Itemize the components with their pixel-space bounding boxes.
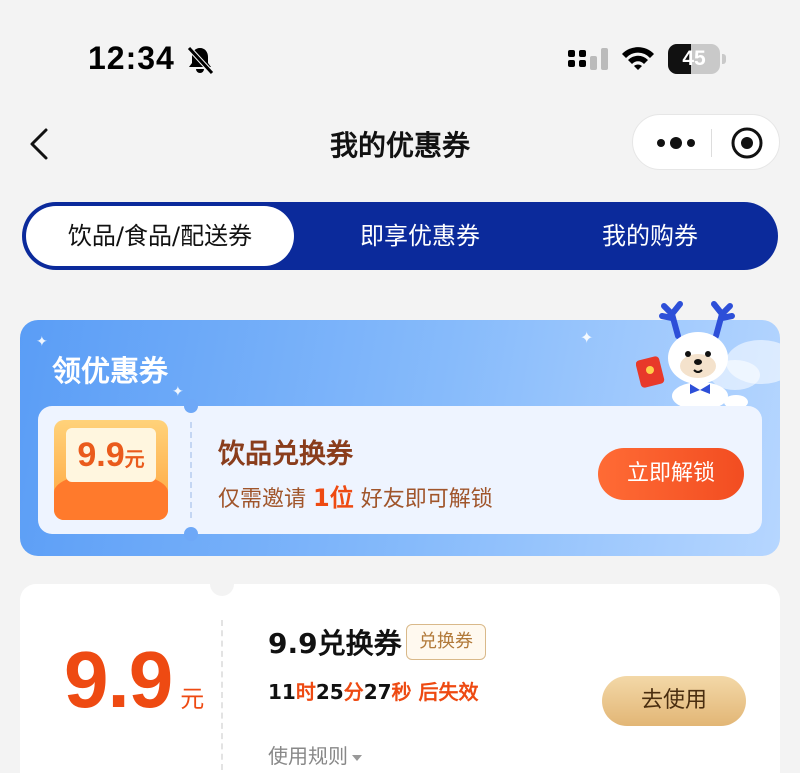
more-dots-icon[interactable] [651, 127, 705, 159]
voucher-unit: 元 [124, 447, 145, 471]
ticket-notch [210, 572, 234, 596]
status-bar: 12:34 45 [0, 0, 800, 110]
promo-coupon-name: 饮品兑换券 [218, 439, 353, 470]
sparkle-icon: ✦ [36, 334, 48, 350]
sparkle-icon: ✦ [580, 328, 594, 347]
coupon-tabs: 饮品/食品/配送券 即享优惠券 我的购券 [22, 202, 778, 270]
coupon-type-badge: 兑换券 [406, 624, 486, 660]
promo-coupon-desc: 仅需邀请 1位 好友即可解锁 [218, 484, 493, 512]
promo-coupon-row: 9.9元 饮品兑换券 仅需邀请 1位 好友即可解锁 立即解锁 [38, 399, 762, 541]
voucher-amount: 9.9 [77, 436, 125, 474]
ticket-notch [184, 527, 198, 541]
tab-drink-food-delivery[interactable]: 饮品/食品/配送券 [26, 206, 294, 266]
coupon-amount: 9.9 元 [64, 635, 205, 724]
caret-down-icon [352, 754, 362, 761]
capsule-divider [711, 129, 712, 157]
tab-my-purchases[interactable]: 我的购券 [542, 202, 758, 270]
bell-slash-icon [187, 46, 214, 75]
deer-mascot-icon [636, 301, 748, 410]
back-chevron-icon[interactable] [24, 124, 56, 164]
battery-percent: 45 [682, 47, 706, 70]
unlock-button[interactable]: 立即解锁 [598, 448, 744, 500]
mini-program-capsule [632, 114, 780, 170]
ticket-divider [221, 620, 223, 770]
close-target-icon[interactable] [729, 125, 765, 161]
my-coupon-card: 9.9 元 9.9兑换券 兑换券 11时25分27秒 后失效 去使用 使用规则 [20, 572, 780, 773]
ticket-divider [190, 422, 192, 518]
wifi-icon [622, 47, 654, 70]
ticket-notch [184, 399, 198, 413]
status-time: 12:34 [88, 40, 175, 76]
invite-count: 1位 [313, 484, 354, 512]
battery-icon: 45 [668, 44, 726, 74]
tab-instant-coupons[interactable]: 即享优惠券 [300, 202, 540, 270]
use-coupon-button[interactable]: 去使用 [602, 676, 746, 726]
expiry-countdown: 11时25分27秒 后失效 [268, 680, 479, 704]
cellular-signal-icon [568, 48, 608, 70]
page-title: 我的优惠券 [329, 129, 470, 162]
coupon-title: 9.9兑换券 [268, 627, 402, 660]
promo-heading: 领优惠券 [52, 354, 169, 388]
usage-rules-link[interactable]: 使用规则 [268, 740, 362, 769]
sparkle-icon: ✦ [172, 384, 184, 400]
voucher-illustration: 9.9元 [54, 420, 168, 520]
